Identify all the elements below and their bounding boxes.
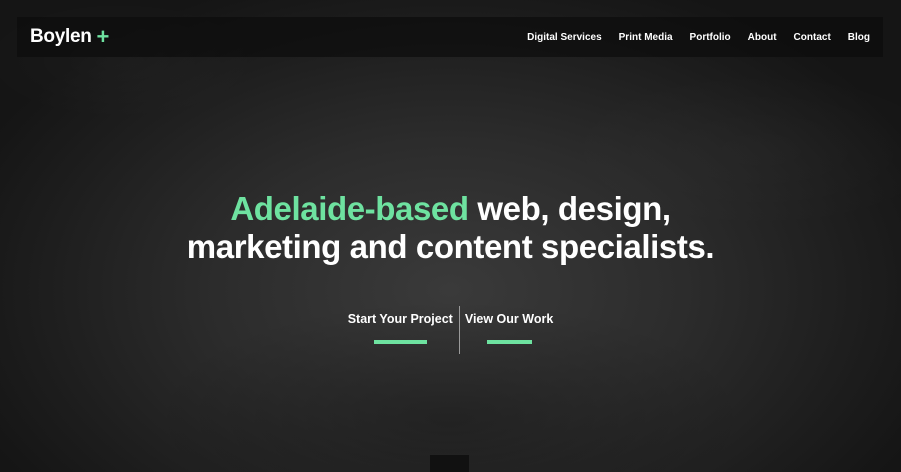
scroll-down-tab[interactable]: [430, 455, 469, 472]
headline-accent: Adelaide-based: [230, 190, 469, 227]
start-project-button[interactable]: Start Your Project: [348, 306, 453, 344]
nav-item-about[interactable]: About: [748, 32, 777, 43]
logo-link[interactable]: Boylen +: [30, 26, 109, 48]
page: Boylen + Digital Services Print Media Po…: [0, 0, 901, 472]
view-work-underline: [486, 340, 532, 344]
navbar: Boylen + Digital Services Print Media Po…: [17, 17, 883, 57]
start-project-label: Start Your Project: [347, 312, 453, 326]
headline-line1-rest: web, design,: [468, 190, 671, 227]
nav-item-blog[interactable]: Blog: [848, 32, 870, 43]
main-nav: Digital Services Print Media Portfolio A…: [510, 32, 870, 43]
headline-line2: marketing and content specialists.: [186, 228, 715, 265]
nav-item-print-media[interactable]: Print Media: [619, 32, 673, 43]
view-work-label: View Our Work: [464, 312, 554, 326]
logo-text: Boylen: [30, 26, 92, 47]
plus-icon: +: [96, 24, 110, 49]
cta-divider: [458, 306, 460, 354]
nav-item-contact[interactable]: Contact: [794, 32, 831, 43]
start-project-underline: [373, 340, 427, 344]
nav-item-portfolio[interactable]: Portfolio: [690, 32, 731, 43]
cta-group: Start Your Project View Our Work: [0, 306, 901, 354]
view-work-button[interactable]: View Our Work: [465, 306, 553, 344]
hero-headline: Adelaide-based web, design, marketing an…: [0, 190, 901, 266]
nav-item-digital-services[interactable]: Digital Services: [527, 32, 601, 43]
hero: Adelaide-based web, design, marketing an…: [0, 190, 901, 266]
